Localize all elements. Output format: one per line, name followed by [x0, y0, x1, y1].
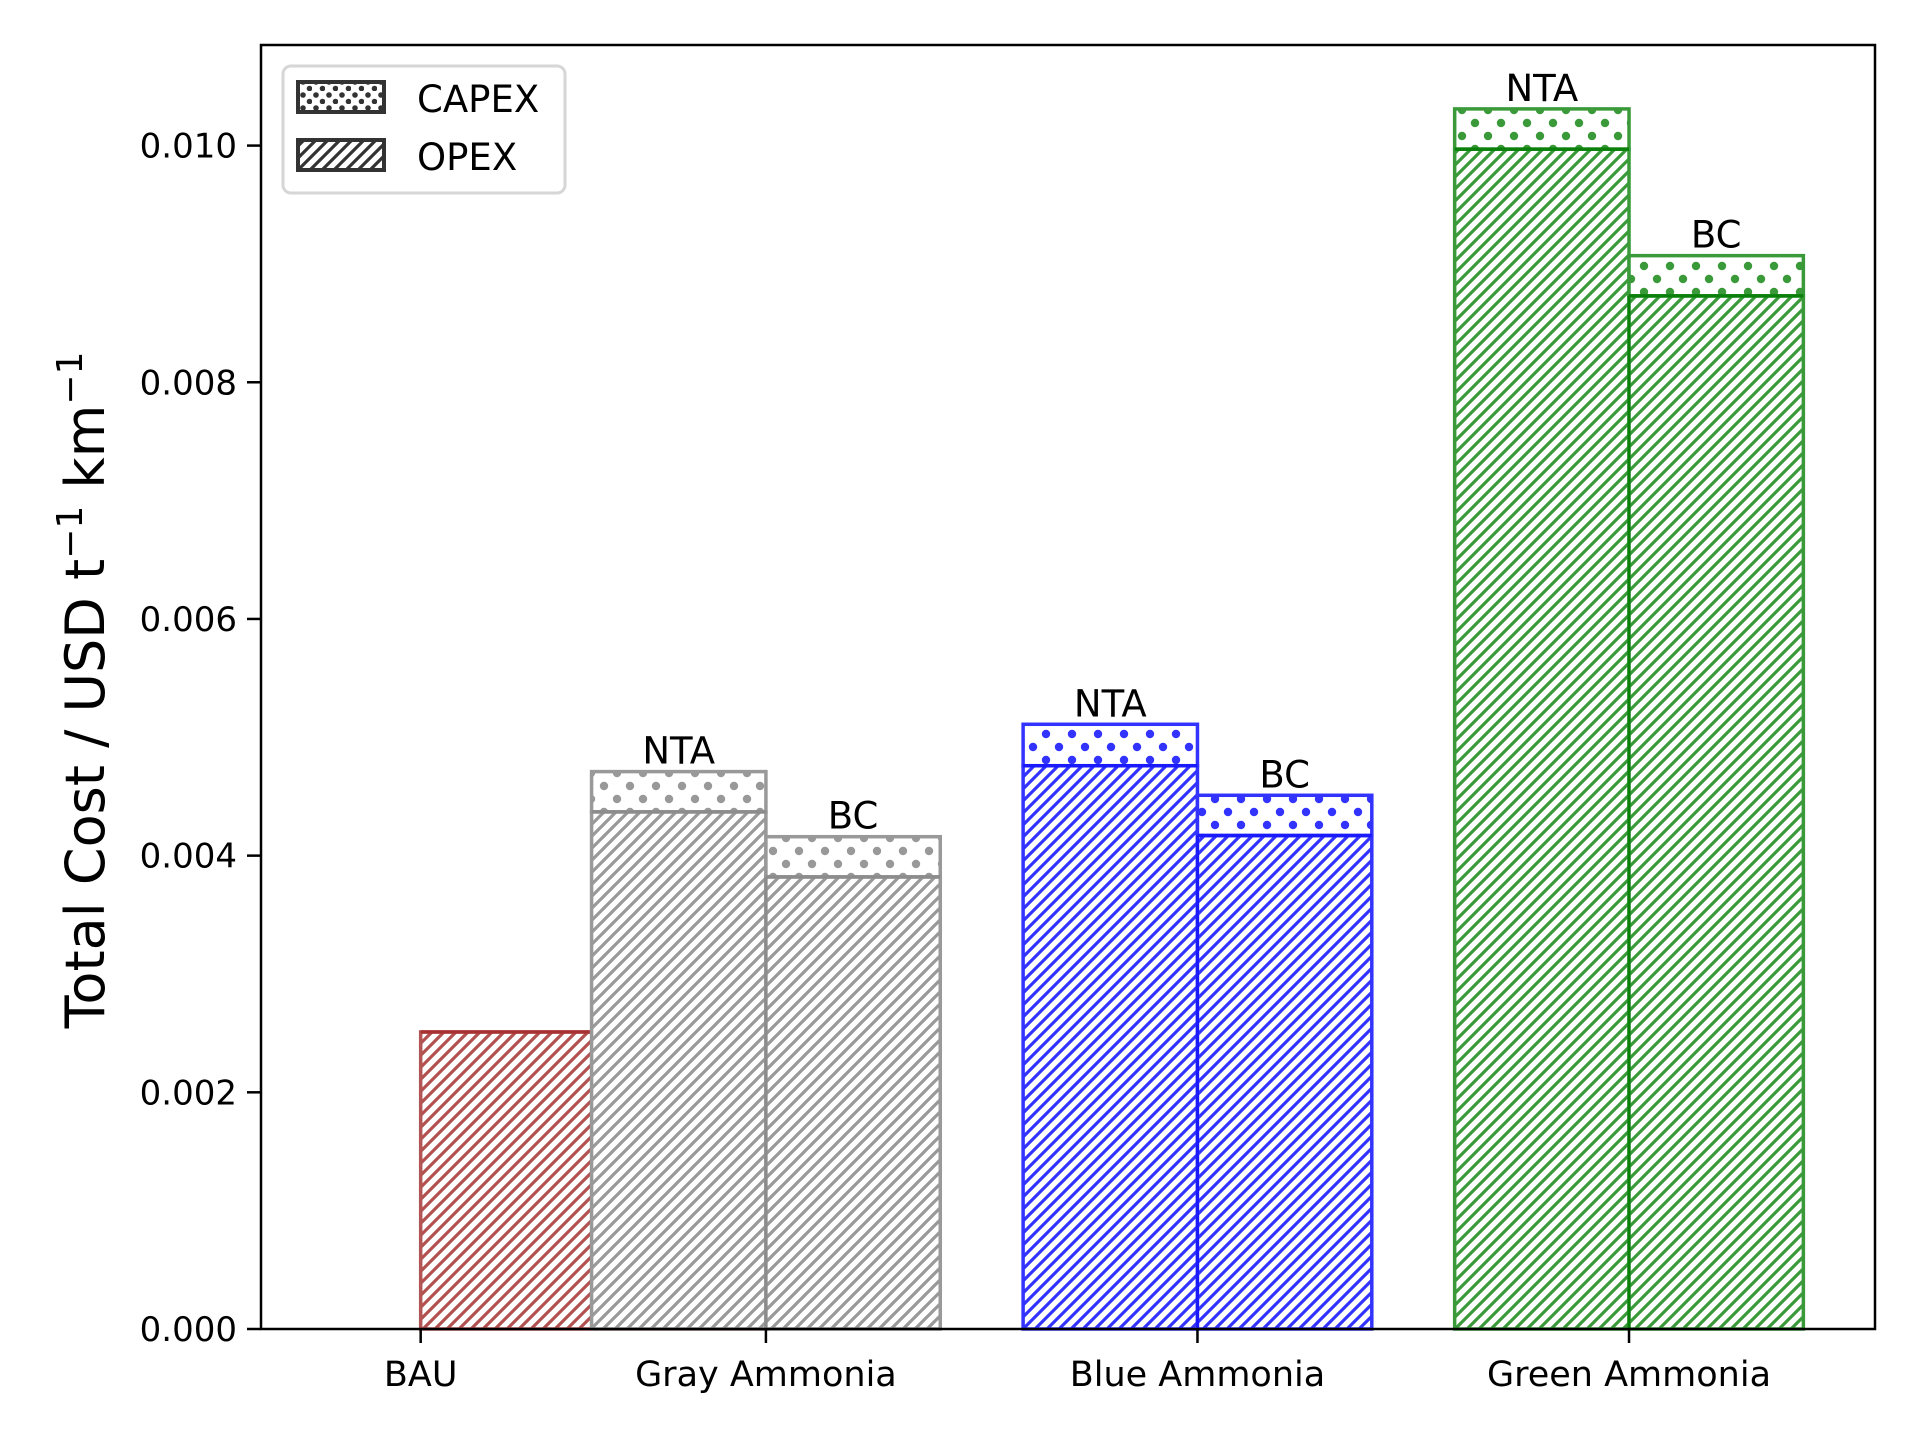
gray-ammonia-bc-capex-bar	[764, 834, 943, 879]
stacked-bar-chart: 0.000 0.002 0.004 0.006 0.008 0.010 BAU Gray A…	[0, 0, 1920, 1440]
y-axis-label-mid: km	[54, 405, 117, 506]
green-ammonia-nta-label: NTA	[1505, 67, 1578, 110]
legend-opex-label: OPEX	[417, 136, 517, 179]
gray-ammonia-nta-capex-bar	[589, 769, 768, 814]
x-tick-label: BAU	[384, 1355, 458, 1395]
blue-ammonia-nta-capex-bar	[1021, 722, 1200, 768]
y-tick-label: 0.002	[140, 1073, 237, 1113]
legend: CAPEX OPEX	[281, 64, 567, 195]
y-axis-label: Total Cost / USD t−1 km−1	[50, 352, 117, 1030]
gray-ammonia-bc-label: BC	[828, 795, 879, 838]
blue-ammonia-bc-label: BC	[1259, 753, 1310, 796]
x-tick-label: Green Ammonia	[1487, 1355, 1771, 1395]
y-tick-label: 0.010	[140, 127, 237, 167]
legend-capex-label: CAPEX	[417, 78, 539, 121]
gray-ammonia-bc-opex-bar	[764, 875, 943, 1331]
green-ammonia-nta-capex-bar	[1452, 107, 1631, 151]
y-axis-label-main: Total Cost / USD t	[54, 559, 117, 1030]
bau-bar0-opex-bar	[418, 1030, 597, 1331]
y-axis-label-sup1: −1	[50, 506, 91, 559]
gray-ammonia-nta-opex-bar	[589, 810, 768, 1331]
y-tick-label: 0.004	[140, 837, 237, 877]
legend-capex-patch	[296, 80, 386, 114]
green-ammonia-bc-opex-bar	[1627, 294, 1806, 1331]
y-tick-label: 0.008	[140, 363, 237, 403]
blue-ammonia-nta-opex-bar	[1021, 763, 1200, 1331]
x-tick-label: Blue Ammonia	[1070, 1355, 1325, 1395]
y-tick-label: 0.006	[140, 600, 237, 640]
blue-ammonia-nta-label: NTA	[1074, 682, 1147, 725]
blue-ammonia-bc-opex-bar	[1195, 833, 1374, 1331]
blue-ammonia-bc-capex-bar	[1195, 793, 1374, 838]
green-ammonia-nta-opex-bar	[1452, 147, 1631, 1331]
x-tick-label: Gray Ammonia	[635, 1355, 897, 1395]
legend-opex-patch	[296, 138, 386, 172]
gray-ammonia-nta-label: NTA	[642, 730, 715, 773]
green-ammonia-bc-capex-bar	[1627, 253, 1806, 298]
y-axis-label-sup2: −1	[50, 352, 91, 405]
green-ammonia-bc-label: BC	[1691, 214, 1742, 257]
y-tick-label: 0.000	[140, 1310, 237, 1350]
